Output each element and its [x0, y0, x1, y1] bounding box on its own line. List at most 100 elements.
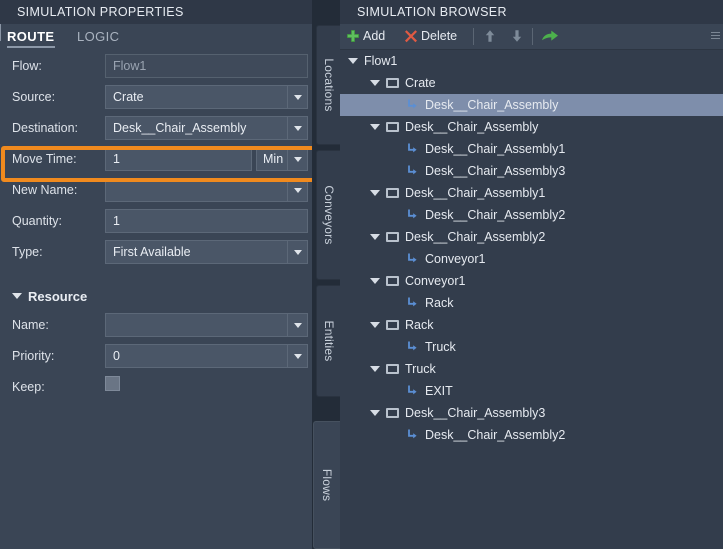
chevron-down-icon[interactable] — [287, 117, 307, 139]
resource-group-header[interactable]: Resource — [12, 289, 87, 304]
node-box-icon — [386, 122, 399, 132]
browser-toolbar: Add Delete — [340, 24, 723, 50]
tree-row[interactable]: Rack — [340, 314, 723, 336]
tree-row-label: Desk__Chair_Assembly2 — [425, 208, 566, 222]
expander-triangle-icon[interactable] — [370, 234, 380, 240]
tree-row[interactable]: Conveyor1 — [340, 270, 723, 292]
tree-row[interactable]: Rack — [340, 292, 723, 314]
vtab-entities[interactable]: Entities — [316, 285, 340, 397]
tree-row[interactable]: Desk__Chair_Assembly2 — [340, 424, 723, 446]
tree-row-label: Desk__Chair_Assembly1 — [405, 186, 546, 200]
overflow-icon[interactable] — [711, 32, 720, 41]
vtab-locations[interactable]: Locations — [316, 25, 340, 145]
chevron-down-icon[interactable] — [287, 314, 307, 336]
chevron-down-icon[interactable] — [287, 148, 307, 170]
chevron-down-icon[interactable] — [287, 241, 307, 263]
source-dropdown[interactable]: Crate — [105, 85, 308, 109]
tree-row-label: Desk__Chair_Assembly3 — [425, 164, 566, 178]
tree-row[interactable]: Desk__Chair_Assembly1 — [340, 138, 723, 160]
expander-triangle-icon[interactable] — [370, 190, 380, 196]
collapse-triangle-icon — [12, 293, 22, 299]
tree-row[interactable]: Truck — [340, 358, 723, 380]
tree-row[interactable]: Desk__Chair_Assembly2 — [340, 204, 723, 226]
type-dropdown[interactable]: First Available — [105, 240, 308, 264]
tree-row-label: Conveyor1 — [405, 274, 466, 288]
move-time-unit-dropdown[interactable]: Min — [256, 147, 308, 171]
add-button[interactable]: Add — [345, 24, 400, 49]
field-row-quantity: Quantity: 1 — [0, 207, 312, 238]
destination-value: Desk__Chair_Assembly — [113, 121, 247, 135]
expander-triangle-icon[interactable] — [370, 410, 380, 416]
expander-triangle-icon[interactable] — [370, 278, 380, 284]
vtab-flows-label: Flows — [320, 468, 334, 502]
tab-logic[interactable]: LOGIC — [77, 29, 119, 44]
new-name-dropdown[interactable] — [105, 178, 308, 202]
link-arrow-icon — [406, 142, 419, 155]
simulation-properties-panel: SIMULATION PROPERTIES ROUTE LOGIC Flow: … — [0, 0, 317, 549]
field-row-resource-name: Name: — [0, 311, 312, 342]
tab-separator — [0, 24, 1, 41]
plus-icon — [345, 28, 361, 44]
app-root: SIMULATION PROPERTIES ROUTE LOGIC Flow: … — [0, 0, 723, 549]
toolbar-divider-1 — [473, 28, 474, 45]
toolbar-divider-2 — [532, 28, 533, 45]
resource-name-dropdown[interactable] — [105, 313, 308, 337]
move-down-button[interactable] — [505, 24, 529, 49]
destination-dropdown[interactable]: Desk__Chair_Assembly — [105, 116, 308, 140]
tree-row[interactable]: Flow1 — [340, 50, 723, 72]
delete-label: Delete — [421, 29, 458, 43]
chevron-down-icon[interactable] — [287, 179, 307, 201]
tree-row[interactable]: Desk__Chair_Assembly1 — [340, 182, 723, 204]
field-row-new-name: New Name: — [0, 176, 312, 207]
expander-triangle-icon[interactable] — [348, 58, 358, 64]
source-value: Crate — [113, 90, 144, 104]
expander-triangle-icon[interactable] — [370, 322, 380, 328]
tree-row[interactable]: Desk__Chair_Assembly2 — [340, 226, 723, 248]
quantity-input[interactable]: 1 — [105, 209, 308, 233]
chevron-down-icon[interactable] — [287, 86, 307, 108]
resource-priority-dropdown[interactable]: 0 — [105, 344, 308, 368]
tree-row[interactable]: Desk__Chair_Assembly — [340, 116, 723, 138]
tab-route[interactable]: ROUTE — [7, 29, 55, 48]
vtab-conveyors[interactable]: Conveyors — [316, 150, 340, 280]
move-time-input[interactable]: 1 — [105, 147, 252, 171]
flow-label: Flow: — [12, 59, 42, 73]
move-up-button[interactable] — [478, 24, 502, 49]
goto-button[interactable] — [538, 24, 562, 49]
expander-triangle-icon[interactable] — [370, 124, 380, 130]
tree-row[interactable]: Conveyor1 — [340, 248, 723, 270]
tree-row[interactable]: Desk__Chair_Assembly3 — [340, 160, 723, 182]
link-arrow-icon — [406, 98, 419, 111]
chevron-down-icon[interactable] — [287, 345, 307, 367]
vtab-flows[interactable]: Flows — [313, 421, 340, 549]
tree-row[interactable]: Desk__Chair_Assembly3 — [340, 402, 723, 424]
tree-row-label: Desk__Chair_Assembly — [405, 120, 539, 134]
tree-row[interactable]: Desk__Chair_Assembly — [340, 94, 723, 116]
resource-group-label: Resource — [28, 289, 88, 304]
link-arrow-icon — [406, 340, 419, 353]
node-box-icon — [386, 78, 399, 88]
link-arrow-icon — [406, 428, 419, 441]
delete-button[interactable]: Delete — [403, 24, 469, 49]
flow-value: Flow1 — [113, 59, 147, 73]
resource-keep-checkbox[interactable] — [105, 376, 120, 391]
node-box-icon — [386, 364, 399, 374]
field-row-destination: Destination: Desk__Chair_Assembly — [0, 114, 312, 145]
tree-row[interactable]: Crate — [340, 72, 723, 94]
tree-row[interactable]: EXIT — [340, 380, 723, 402]
field-row-flow: Flow: Flow1 — [0, 52, 312, 83]
tree-row-label: Desk__Chair_Assembly3 — [405, 406, 546, 420]
move-time-label: Move Time: — [12, 152, 77, 166]
resource-priority-value: 0 — [113, 349, 120, 363]
field-row-type: Type: First Available — [0, 238, 312, 269]
new-name-label: New Name: — [12, 183, 78, 197]
simulation-tree[interactable]: Flow1 Crate Desk__Chair_Assembly Desk__Chai… — [340, 50, 723, 549]
expander-triangle-icon[interactable] — [370, 366, 380, 372]
tree-row-label: EXIT — [425, 384, 453, 398]
vtab-conveyors-label: Conveyors — [321, 185, 336, 245]
vtab-locations-label: Locations — [321, 58, 336, 112]
tree-row[interactable]: Truck — [340, 336, 723, 358]
expander-triangle-icon[interactable] — [370, 80, 380, 86]
tree-row-label: Flow1 — [364, 54, 398, 68]
link-arrow-icon — [406, 252, 419, 265]
